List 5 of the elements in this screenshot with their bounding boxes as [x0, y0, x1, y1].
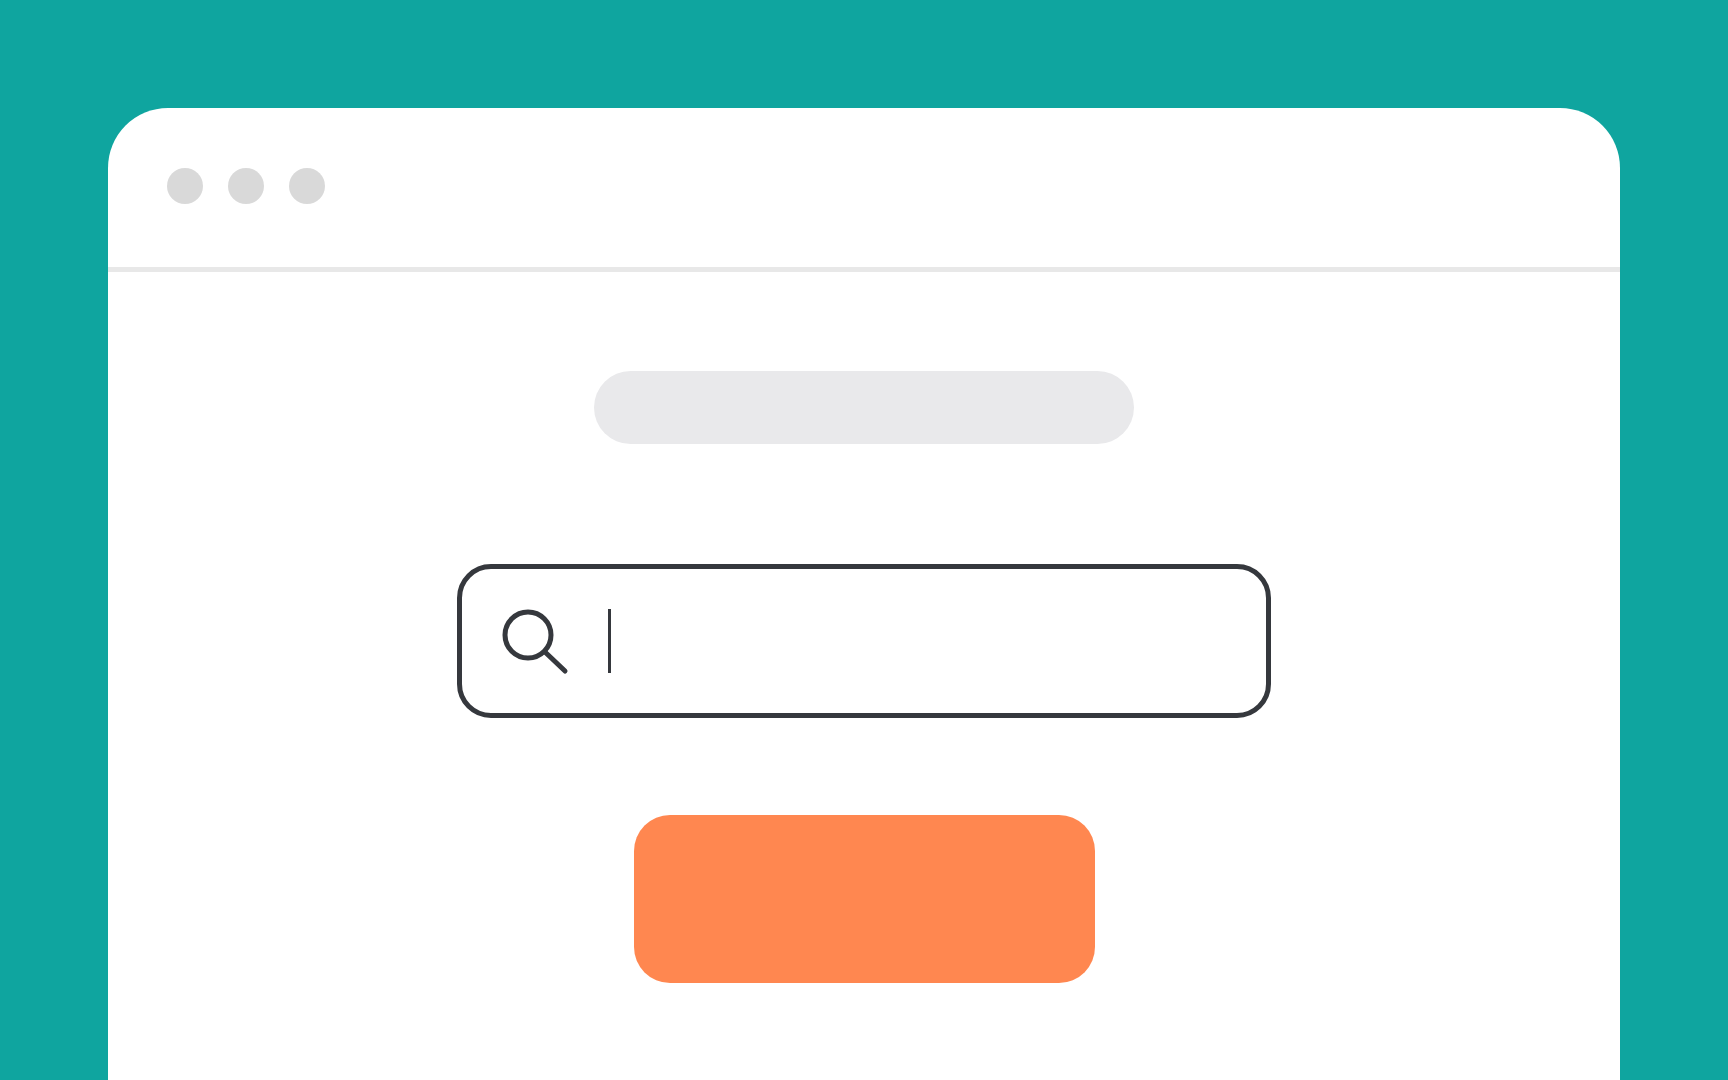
- search-field[interactable]: [457, 564, 1271, 718]
- window-control[interactable]: [167, 168, 203, 204]
- window-control[interactable]: [289, 168, 325, 204]
- window-control[interactable]: [228, 168, 264, 204]
- action-button[interactable]: [633, 815, 1095, 983]
